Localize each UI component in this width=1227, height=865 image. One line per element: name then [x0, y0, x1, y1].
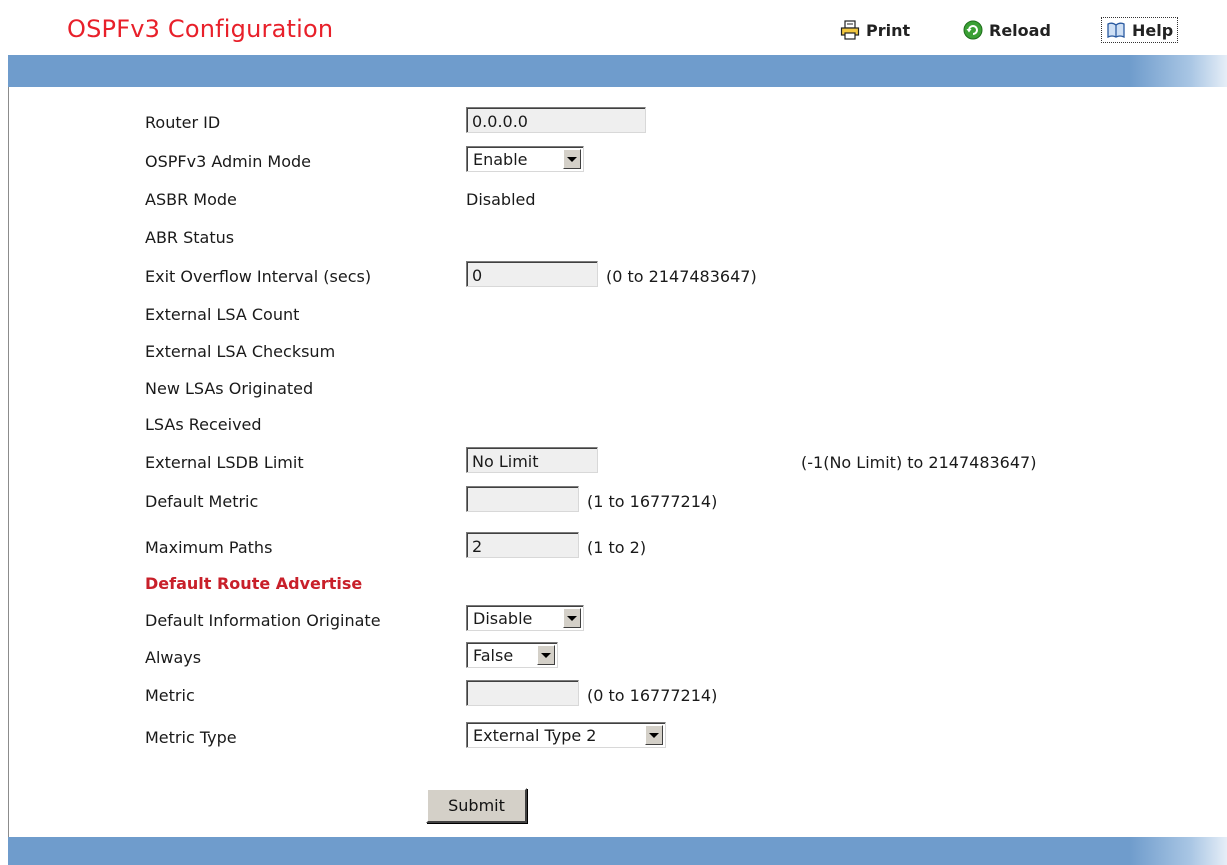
- ext-lsa-checksum-row: External LSA Checksum: [8, 336, 1227, 366]
- reload-label: Reload: [989, 20, 1051, 40]
- default-info-originate-value: Disable: [473, 608, 533, 628]
- lsas-received-label: LSAs Received: [145, 415, 262, 434]
- help-button[interactable]: Help: [1101, 17, 1179, 43]
- submit-button[interactable]: Submit: [426, 788, 527, 823]
- reload-button[interactable]: Reload: [963, 17, 1051, 43]
- page-title: OSPFv3 Configuration: [67, 15, 334, 43]
- metric-hint: (0 to 16777214): [587, 686, 718, 705]
- admin-mode-row: OSPFv3 Admin Mode Enable: [8, 146, 1227, 176]
- help-book-icon: [1106, 20, 1126, 40]
- router-id-row: Router ID: [8, 107, 1227, 137]
- help-label: Help: [1132, 20, 1174, 40]
- always-row: Always False: [8, 642, 1227, 672]
- metric-row: Metric (0 to 16777214): [8, 680, 1227, 710]
- default-metric-row: Default Metric (1 to 16777214): [8, 486, 1227, 516]
- chevron-down-icon[interactable]: [537, 645, 555, 665]
- ext-lsdb-limit-input[interactable]: [466, 447, 598, 473]
- header-bar: [8, 55, 1227, 87]
- max-paths-label: Maximum Paths: [145, 538, 273, 557]
- default-info-originate-select[interactable]: Disable: [466, 605, 584, 631]
- printer-icon: [840, 20, 860, 40]
- admin-mode-value: Enable: [473, 149, 528, 169]
- exit-overflow-label: Exit Overflow Interval (secs): [145, 267, 372, 286]
- new-lsas-label: New LSAs Originated: [145, 379, 314, 398]
- reload-icon: [963, 20, 983, 40]
- abr-status-row: ABR Status: [8, 222, 1227, 252]
- max-paths-hint: (1 to 2): [587, 538, 647, 557]
- new-lsas-row: New LSAs Originated: [8, 373, 1227, 403]
- default-metric-hint: (1 to 16777214): [587, 492, 718, 511]
- print-button[interactable]: Print: [840, 17, 910, 43]
- chevron-down-icon[interactable]: [645, 725, 663, 745]
- metric-type-value: External Type 2: [473, 725, 597, 745]
- ext-lsa-checksum-label: External LSA Checksum: [145, 342, 336, 361]
- max-paths-input[interactable]: [466, 532, 579, 558]
- admin-mode-select[interactable]: Enable: [466, 146, 584, 172]
- ext-lsdb-limit-hint: (-1(No Limit) to 2147483647): [801, 453, 1037, 472]
- lsas-received-row: LSAs Received: [8, 409, 1227, 439]
- default-metric-label: Default Metric: [145, 492, 259, 511]
- metric-type-label: Metric Type: [145, 728, 237, 747]
- abr-status-label: ABR Status: [145, 228, 235, 247]
- ext-lsa-count-label: External LSA Count: [145, 305, 300, 324]
- metric-label: Metric: [145, 686, 195, 705]
- default-info-originate-label: Default Information Originate: [145, 611, 381, 630]
- asbr-mode-row: ASBR Mode Disabled: [8, 184, 1227, 214]
- chevron-down-icon[interactable]: [563, 608, 581, 628]
- exit-overflow-hint: (0 to 2147483647): [606, 267, 757, 286]
- default-metric-input[interactable]: [466, 486, 579, 512]
- always-select[interactable]: False: [466, 642, 558, 668]
- always-label: Always: [145, 648, 202, 667]
- section-default-route-advertise: Default Route Advertise: [145, 574, 363, 593]
- default-info-originate-row: Default Information Originate Disable: [8, 605, 1227, 635]
- router-id-label: Router ID: [145, 113, 221, 132]
- exit-overflow-input[interactable]: [466, 261, 598, 287]
- footer-bar: [8, 837, 1227, 865]
- exit-overflow-row: Exit Overflow Interval (secs) (0 to 2147…: [8, 261, 1227, 291]
- print-label: Print: [866, 20, 911, 40]
- asbr-mode-value: Disabled: [466, 190, 536, 209]
- ext-lsdb-limit-row: External LSDB Limit (-1(No Limit) to 214…: [8, 447, 1227, 477]
- max-paths-row: Maximum Paths (1 to 2): [8, 532, 1227, 562]
- ext-lsa-count-row: External LSA Count: [8, 299, 1227, 329]
- metric-type-row: Metric Type External Type 2: [8, 722, 1227, 752]
- asbr-mode-label: ASBR Mode: [145, 190, 237, 209]
- always-value: False: [473, 645, 514, 665]
- router-id-input[interactable]: [466, 107, 646, 133]
- admin-mode-label: OSPFv3 Admin Mode: [145, 152, 312, 171]
- metric-input[interactable]: [466, 680, 579, 706]
- chevron-down-icon[interactable]: [563, 149, 581, 169]
- metric-type-select[interactable]: External Type 2: [466, 722, 666, 748]
- ext-lsdb-limit-label: External LSDB Limit: [145, 453, 304, 472]
